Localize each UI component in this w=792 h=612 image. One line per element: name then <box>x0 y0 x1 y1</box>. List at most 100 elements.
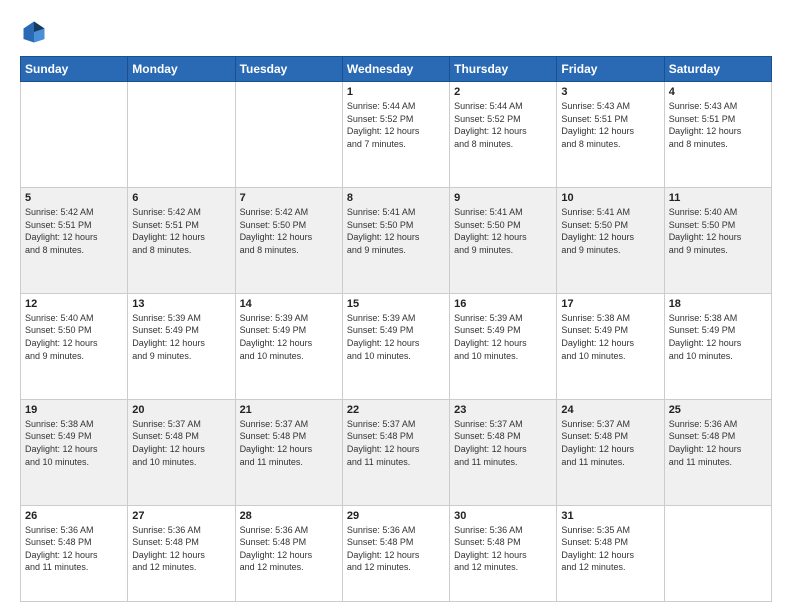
calendar-cell: 29 Sunrise: 5:36 AM Sunset: 5:48 PM Dayli… <box>342 505 449 601</box>
calendar-cell: 13Sunrise: 5:39 AM Sunset: 5:49 PM Dayli… <box>128 293 235 399</box>
day-number: 21 <box>240 404 338 416</box>
calendar-cell: 11 Sunrise: 5:40 AM Sunset: 5:50 PM Dayli… <box>664 187 771 293</box>
weekday-header-friday: Friday <box>557 57 664 82</box>
day-info: Sunrise: 5:44 AM Sunset: 5:52 PM Dayligh… <box>454 100 552 150</box>
day-number: 28 <box>240 510 338 522</box>
day-info: Sunrise: 5:37 AM Sunset: 5:48 PM Dayligh… <box>347 418 445 468</box>
day-info: Sunrise: 5:38 AM Sunset: 5:49 PM Dayligh… <box>561 312 659 362</box>
calendar-cell: 17 Sunrise: 5:38 AM Sunset: 5:49 PM Dayli… <box>557 293 664 399</box>
day-number: 30 <box>454 510 552 522</box>
day-info: Sunrise: 5:43 AM Sunset: 5:51 PM Dayligh… <box>561 100 659 150</box>
calendar-cell: 15 Sunrise: 5:39 AM Sunset: 5:49 PM Dayli… <box>342 293 449 399</box>
weekday-header-saturday: Saturday <box>664 57 771 82</box>
calendar-cell: 10 Sunrise: 5:41 AM Sunset: 5:50 PM Dayli… <box>557 187 664 293</box>
calendar-cell: 14 Sunrise: 5:39 AM Sunset: 5:49 PM Dayli… <box>235 293 342 399</box>
day-number: 23 <box>454 404 552 416</box>
weekday-header-wednesday: Wednesday <box>342 57 449 82</box>
weekday-header-tuesday: Tuesday <box>235 57 342 82</box>
calendar-cell: 7 Sunrise: 5:42 AM Sunset: 5:50 PM Daylig… <box>235 187 342 293</box>
day-info: Sunrise: 5:38 AM Sunset: 5:49 PM Dayligh… <box>669 312 767 362</box>
day-info: Sunrise: 5:36 AM Sunset: 5:48 PM Dayligh… <box>669 418 767 468</box>
calendar-cell: 19Sunrise: 5:38 AM Sunset: 5:49 PM Dayli… <box>21 399 128 505</box>
weekday-header-monday: Monday <box>128 57 235 82</box>
week-row-5: 26 Sunrise: 5:36 AM Sunset: 5:48 PM Dayli… <box>21 505 772 601</box>
calendar-cell: 6Sunrise: 5:42 AM Sunset: 5:51 PM Daylig… <box>128 187 235 293</box>
day-number: 27 <box>132 510 230 522</box>
day-number: 26 <box>25 510 123 522</box>
calendar-cell: 28 Sunrise: 5:36 AM Sunset: 5:48 PM Dayli… <box>235 505 342 601</box>
day-number: 9 <box>454 192 552 204</box>
day-info: Sunrise: 5:37 AM Sunset: 5:48 PM Dayligh… <box>454 418 552 468</box>
day-info: Sunrise: 5:43 AM Sunset: 5:51 PM Dayligh… <box>669 100 767 150</box>
calendar-cell: 24 Sunrise: 5:37 AM Sunset: 5:48 PM Dayli… <box>557 399 664 505</box>
day-info: Sunrise: 5:35 AM Sunset: 5:48 PM Dayligh… <box>561 524 659 574</box>
calendar-cell: 31 Sunrise: 5:35 AM Sunset: 5:48 PM Dayli… <box>557 505 664 601</box>
calendar-cell <box>21 82 128 188</box>
day-number: 29 <box>347 510 445 522</box>
calendar-cell: 9 Sunrise: 5:41 AM Sunset: 5:50 PM Daylig… <box>450 187 557 293</box>
calendar-cell: 18 Sunrise: 5:38 AM Sunset: 5:49 PM Dayli… <box>664 293 771 399</box>
day-number: 15 <box>347 298 445 310</box>
day-number: 1 <box>347 86 445 98</box>
calendar-cell: 8Sunrise: 5:41 AM Sunset: 5:50 PM Daylig… <box>342 187 449 293</box>
calendar-cell: 4Sunrise: 5:43 AM Sunset: 5:51 PM Daylig… <box>664 82 771 188</box>
header <box>20 18 772 46</box>
calendar-cell: 5 Sunrise: 5:42 AM Sunset: 5:51 PM Daylig… <box>21 187 128 293</box>
calendar-cell: 1 Sunrise: 5:44 AM Sunset: 5:52 PM Daylig… <box>342 82 449 188</box>
weekday-header-thursday: Thursday <box>450 57 557 82</box>
day-number: 24 <box>561 404 659 416</box>
day-info: Sunrise: 5:36 AM Sunset: 5:48 PM Dayligh… <box>347 524 445 574</box>
day-info: Sunrise: 5:39 AM Sunset: 5:49 PM Dayligh… <box>347 312 445 362</box>
calendar-cell: 26Sunrise: 5:36 AM Sunset: 5:48 PM Dayli… <box>21 505 128 601</box>
calendar-cell: 30 Sunrise: 5:36 AM Sunset: 5:48 PM Dayli… <box>450 505 557 601</box>
day-info: Sunrise: 5:37 AM Sunset: 5:48 PM Dayligh… <box>561 418 659 468</box>
week-row-2: 5 Sunrise: 5:42 AM Sunset: 5:51 PM Daylig… <box>21 187 772 293</box>
calendar-cell: 23 Sunrise: 5:37 AM Sunset: 5:48 PM Dayli… <box>450 399 557 505</box>
calendar-cell: 3 Sunrise: 5:43 AM Sunset: 5:51 PM Daylig… <box>557 82 664 188</box>
day-number: 14 <box>240 298 338 310</box>
day-info: Sunrise: 5:36 AM Sunset: 5:48 PM Dayligh… <box>454 524 552 574</box>
logo-icon <box>20 18 48 46</box>
day-number: 7 <box>240 192 338 204</box>
day-number: 13 <box>132 298 230 310</box>
day-number: 3 <box>561 86 659 98</box>
day-number: 25 <box>669 404 767 416</box>
day-number: 20 <box>132 404 230 416</box>
day-info: Sunrise: 5:41 AM Sunset: 5:50 PM Dayligh… <box>561 206 659 256</box>
day-info: Sunrise: 5:36 AM Sunset: 5:48 PM Dayligh… <box>240 524 338 574</box>
day-info: Sunrise: 5:37 AM Sunset: 5:48 PM Dayligh… <box>240 418 338 468</box>
day-number: 2 <box>454 86 552 98</box>
day-number: 12 <box>25 298 123 310</box>
day-number: 8 <box>347 192 445 204</box>
day-info: Sunrise: 5:39 AM Sunset: 5:49 PM Dayligh… <box>454 312 552 362</box>
day-info: Sunrise: 5:38 AM Sunset: 5:49 PM Dayligh… <box>25 418 123 468</box>
day-number: 11 <box>669 192 767 204</box>
day-number: 22 <box>347 404 445 416</box>
day-number: 18 <box>669 298 767 310</box>
calendar-cell: 2 Sunrise: 5:44 AM Sunset: 5:52 PM Daylig… <box>450 82 557 188</box>
calendar-cell: 25 Sunrise: 5:36 AM Sunset: 5:48 PM Dayli… <box>664 399 771 505</box>
day-info: Sunrise: 5:42 AM Sunset: 5:51 PM Dayligh… <box>25 206 123 256</box>
day-info: Sunrise: 5:44 AM Sunset: 5:52 PM Dayligh… <box>347 100 445 150</box>
day-number: 10 <box>561 192 659 204</box>
day-info: Sunrise: 5:40 AM Sunset: 5:50 PM Dayligh… <box>669 206 767 256</box>
day-number: 5 <box>25 192 123 204</box>
week-row-4: 19Sunrise: 5:38 AM Sunset: 5:49 PM Dayli… <box>21 399 772 505</box>
day-number: 31 <box>561 510 659 522</box>
calendar-cell <box>664 505 771 601</box>
week-row-3: 12 Sunrise: 5:40 AM Sunset: 5:50 PM Dayli… <box>21 293 772 399</box>
day-info: Sunrise: 5:41 AM Sunset: 5:50 PM Dayligh… <box>454 206 552 256</box>
day-number: 16 <box>454 298 552 310</box>
day-info: Sunrise: 5:42 AM Sunset: 5:50 PM Dayligh… <box>240 206 338 256</box>
calendar-cell: 12 Sunrise: 5:40 AM Sunset: 5:50 PM Dayli… <box>21 293 128 399</box>
day-info: Sunrise: 5:40 AM Sunset: 5:50 PM Dayligh… <box>25 312 123 362</box>
day-info: Sunrise: 5:39 AM Sunset: 5:49 PM Dayligh… <box>240 312 338 362</box>
day-info: Sunrise: 5:37 AM Sunset: 5:48 PM Dayligh… <box>132 418 230 468</box>
day-number: 17 <box>561 298 659 310</box>
calendar-table: SundayMondayTuesdayWednesdayThursdayFrid… <box>20 56 772 602</box>
calendar-cell <box>235 82 342 188</box>
logo <box>20 18 52 46</box>
day-info: Sunrise: 5:36 AM Sunset: 5:48 PM Dayligh… <box>132 524 230 574</box>
calendar-cell: 16 Sunrise: 5:39 AM Sunset: 5:49 PM Dayli… <box>450 293 557 399</box>
weekday-header-row: SundayMondayTuesdayWednesdayThursdayFrid… <box>21 57 772 82</box>
